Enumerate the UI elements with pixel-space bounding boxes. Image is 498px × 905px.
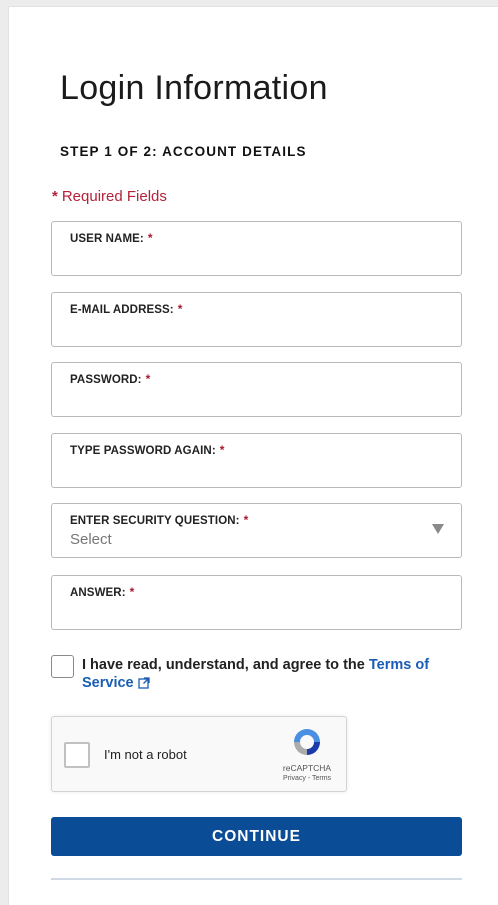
security-question-label: ENTER SECURITY QUESTION: * — [70, 513, 249, 527]
login-card: Login Information STEP 1 OF 2: ACCOUNT D… — [8, 6, 498, 905]
tos-text: I have read, understand, and agree to th… — [82, 657, 369, 673]
security-question-select[interactable]: ENTER SECURITY QUESTION: * Select — [51, 503, 462, 558]
recaptcha-logo-icon — [294, 729, 320, 755]
password-label: PASSWORD: * — [70, 372, 151, 386]
recaptcha-widget: I'm not a robot reCAPTCHA Privacy - Term… — [51, 716, 347, 792]
password-again-input[interactable] — [68, 461, 451, 481]
required-asterisk: * — [147, 231, 153, 245]
required-fields-note: * Required Fields — [52, 188, 167, 205]
recaptcha-brand: reCAPTCHA — [282, 763, 332, 773]
answer-label: ANSWER: * — [70, 585, 135, 599]
recaptcha-label: I'm not a robot — [104, 747, 187, 762]
continue-button[interactable]: CONTINUE — [51, 817, 462, 856]
email-label: E-MAIL ADDRESS: * — [70, 302, 183, 316]
username-field[interactable]: USER NAME: * — [51, 221, 462, 276]
username-label: USER NAME: * — [70, 231, 153, 245]
recaptcha-privacy-terms[interactable]: Privacy - Terms — [275, 775, 339, 782]
recaptcha-checkbox[interactable] — [64, 742, 90, 768]
required-fields-text: Required Fields — [61, 188, 167, 205]
username-input[interactable] — [68, 249, 451, 269]
security-question-value: Select — [70, 531, 112, 548]
step-indicator: STEP 1 OF 2: ACCOUNT DETAILS — [60, 144, 307, 159]
email-input[interactable] — [68, 320, 451, 340]
external-link-icon — [137, 677, 150, 689]
password-input[interactable] — [68, 390, 451, 410]
page-title: Login Information — [60, 69, 328, 107]
password-again-field[interactable]: TYPE PASSWORD AGAIN: * — [51, 433, 462, 488]
required-asterisk: * — [177, 302, 183, 316]
required-asterisk: * — [52, 188, 58, 205]
answer-field[interactable]: ANSWER: * — [51, 575, 462, 630]
answer-input[interactable] — [68, 603, 451, 623]
divider — [51, 878, 462, 880]
chevron-down-icon — [432, 524, 444, 534]
required-asterisk: * — [129, 585, 135, 599]
tos-label: I have read, understand, and agree to th… — [82, 656, 462, 692]
password-field[interactable]: PASSWORD: * — [51, 362, 462, 417]
required-asterisk: * — [219, 443, 225, 457]
required-asterisk: * — [243, 513, 249, 527]
email-field[interactable]: E-MAIL ADDRESS: * — [51, 292, 462, 347]
password-again-label: TYPE PASSWORD AGAIN: * — [70, 443, 225, 457]
tos-checkbox[interactable] — [51, 655, 74, 678]
required-asterisk: * — [145, 372, 151, 386]
